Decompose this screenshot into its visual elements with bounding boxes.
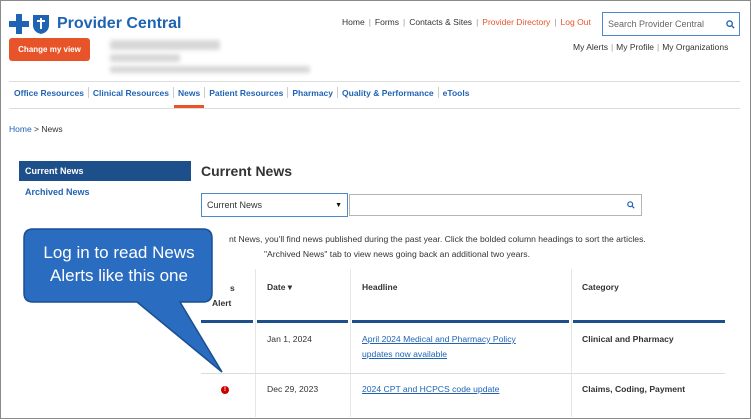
breadcrumb-separator: > (31, 124, 42, 134)
select-value: Current News (207, 200, 263, 210)
separator: | (476, 17, 479, 27)
table-cell-category: Claims, Coding, Payment (582, 384, 686, 394)
search-icon[interactable] (627, 196, 635, 214)
column-header-date[interactable]: Date ▾ (267, 282, 292, 293)
nav-item-pharmacy[interactable]: Pharmacy (288, 84, 337, 104)
column-divider (255, 269, 256, 417)
brand-logo[interactable]: Provider Central (9, 13, 181, 35)
separator: | (403, 17, 406, 27)
column-header-alert-line-1: s (230, 283, 235, 293)
table-header-rule (257, 320, 348, 323)
separator: | (554, 17, 557, 27)
table-header-rule (573, 320, 725, 323)
blurred-welcome-text (110, 40, 220, 50)
table-row-divider (201, 373, 725, 374)
caret-down-icon: ▼ (335, 201, 342, 209)
callout-text: Log in to read News Alerts like this one (26, 241, 212, 287)
callout-line-1: Log in to read News (43, 243, 195, 262)
top-utility-links: Home | Forms | Contacts & Sites | Provid… (342, 17, 591, 27)
main-nav: Office Resources Clinical Resources News… (9, 84, 474, 108)
change-my-view-button[interactable]: Change my view (9, 38, 90, 61)
nav-item-office-resources[interactable]: Office Resources (9, 84, 88, 104)
nav-divider-top (9, 81, 740, 82)
alert-icon: ! (221, 386, 229, 394)
column-divider (571, 269, 572, 417)
top-link-contacts[interactable]: Contacts & Sites (409, 17, 472, 27)
breadcrumb-current: News (41, 124, 63, 134)
nav-item-etools[interactable]: eTools (439, 84, 474, 104)
table-header-rule (352, 320, 569, 323)
breadcrumb-home[interactable]: Home (9, 124, 32, 134)
top-link-forms[interactable]: Forms (375, 17, 399, 27)
column-header-alert[interactable]: s Alert (212, 281, 235, 311)
page-title: Current News (201, 163, 293, 179)
site-search-input[interactable]: Search Provider Central (602, 12, 740, 36)
headline-line-2: updates now available (362, 349, 448, 359)
blurred-account-details (110, 66, 310, 73)
news-type-select[interactable]: Current News ▼ (201, 193, 348, 217)
blurred-account-info (110, 54, 180, 62)
column-header-alert-line-2: Alert (212, 298, 232, 308)
table-cell-date: Jan 1, 2024 (267, 334, 312, 344)
account-link-my-alerts[interactable]: My Alerts (573, 42, 608, 52)
search-placeholder: Search Provider Central (608, 19, 705, 29)
intro-line-1: nt News, you'll find news published duri… (229, 234, 646, 244)
top-link-home[interactable]: Home (342, 17, 365, 27)
intro-line-2: "Archived News" tab to view news going b… (264, 249, 530, 259)
table-cell-date: Dec 29, 2023 (267, 384, 319, 394)
nav-item-quality-performance[interactable]: Quality & Performance (338, 84, 438, 104)
nav-item-clinical-resources[interactable]: Clinical Resources (89, 84, 173, 104)
account-links: My Alerts | My Profile | My Organization… (573, 42, 728, 52)
table-header-rule (201, 320, 253, 323)
column-divider (350, 269, 351, 417)
brand-name: Provider Central (57, 15, 182, 32)
callout-line-2: Alerts like this one (50, 266, 188, 285)
column-header-category[interactable]: Category (582, 282, 619, 292)
table-cell-headline-link[interactable]: April 2024 Medical and Pharmacy Policy u… (362, 332, 567, 362)
headline-line-1: April 2024 Medical and Pharmacy Policy (362, 334, 516, 344)
table-cell-category: Clinical and Pharmacy (582, 334, 674, 344)
nav-divider-bottom (9, 108, 740, 109)
sidebar-item-archived-news[interactable]: Archived News (25, 187, 90, 197)
separator: | (656, 42, 660, 52)
search-icon[interactable] (721, 19, 739, 29)
nav-item-news[interactable]: News (173, 84, 205, 108)
sidebar-item-current-news[interactable]: Current News (19, 161, 191, 181)
top-link-provider-directory[interactable]: Provider Directory (482, 17, 550, 27)
column-header-headline[interactable]: Headline (362, 282, 397, 292)
account-link-my-organizations[interactable]: My Organizations (662, 42, 728, 52)
top-link-log-out[interactable]: Log Out (561, 17, 591, 27)
cross-shield-logo-icon (9, 13, 51, 35)
separator: | (368, 17, 371, 27)
separator: | (610, 42, 614, 52)
account-link-my-profile[interactable]: My Profile (616, 42, 654, 52)
nav-item-patient-resources[interactable]: Patient Resources (205, 84, 287, 104)
table-cell-headline-link[interactable]: 2024 CPT and HCPCS code update (362, 382, 499, 397)
intro-text: nt News, you'll find news published duri… (201, 232, 731, 262)
news-filter-input[interactable] (349, 194, 642, 216)
breadcrumb: Home > News (9, 124, 63, 134)
